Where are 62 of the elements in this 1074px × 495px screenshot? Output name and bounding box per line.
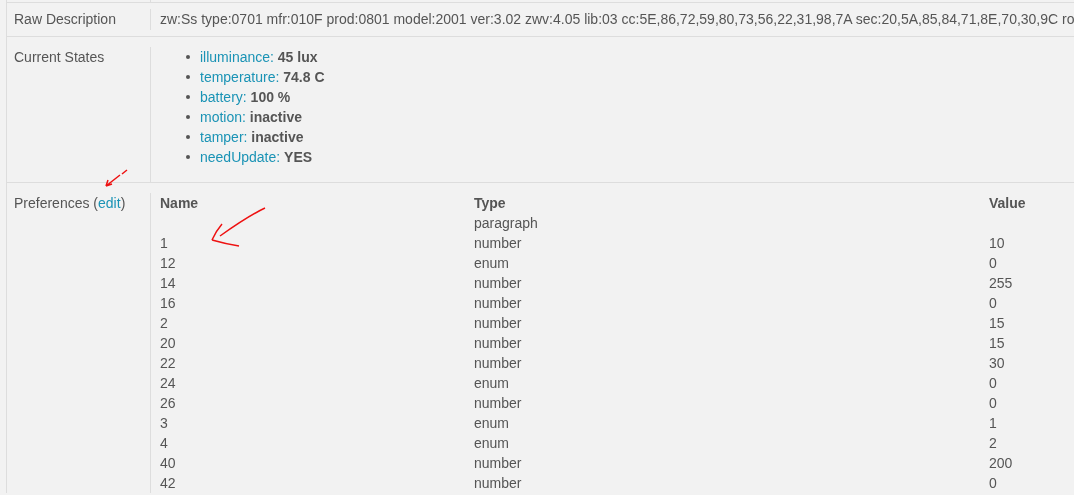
bullet-icon [186,115,190,119]
row-label: Preferences (edit) [14,195,126,211]
pref-name: 2 [160,314,168,331]
pref-type: enum [474,374,510,391]
pref-value: 0 [989,294,997,311]
pref-value: 0 [989,474,997,491]
bullet-icon [186,135,190,139]
pref-name: 22 [160,354,176,371]
pref-type: number [474,454,522,471]
pref-type: number [474,314,522,331]
bullet-icon [186,95,190,99]
state-item: tamper: inactive [200,127,304,147]
pref-type: paragraph [474,214,538,231]
pref-value: 15 [989,334,1005,351]
pref-name: 1 [160,234,168,251]
column-header: Type [474,194,506,211]
pref-value: 30 [989,354,1005,371]
pref-name: 4 [160,434,168,451]
pref-name: 14 [160,274,176,291]
pref-value: 1 [989,414,997,431]
row-label: Current States [14,49,105,65]
pref-type: number [474,354,522,371]
state-item: illuminance: 45 lux [200,47,318,67]
column-header: Value [989,194,1026,211]
pref-type: number [474,294,522,311]
pref-name: 16 [160,294,176,311]
pref-type: number [474,474,522,491]
pref-value: 15 [989,314,1005,331]
bullet-icon [186,155,190,159]
pref-type: enum [474,254,510,271]
pref-name: 12 [160,254,176,271]
edit-link[interactable]: edit [98,195,121,211]
pref-name: 24 [160,374,176,391]
pref-value: 0 [989,254,997,271]
column-header: Name [160,194,199,211]
pref-type: enum [474,414,510,431]
pref-name: 20 [160,334,176,351]
state-item: battery: 100 % [200,87,291,107]
pref-name: 26 [160,394,176,411]
state-item: motion: inactive [200,107,302,127]
pref-value: 10 [989,234,1005,251]
pref-value: 200 [989,454,1013,471]
pref-type: number [474,234,522,251]
pref-type: number [474,394,522,411]
pref-value: 0 [989,394,997,411]
row-label: Raw Description [14,11,116,27]
annotation-arrow-icon [208,206,268,250]
pref-name: 3 [160,414,168,431]
pref-value: 255 [989,274,1013,291]
pref-name: 40 [160,454,176,471]
bullet-icon [186,55,190,59]
annotation-arrow-icon [103,169,129,189]
pref-value: 0 [989,374,997,391]
raw-description-text: zw:Ss type:0701 mfr:010F prod:0801 model:2001 ver:3.02 zwv:4.05 lib:03 cc:5E,86,72,59,80,73,56,22,31,98,7A sec:20,5A,85,84,71,8E,70,30,9C ro [160,11,1074,27]
pref-type: number [474,334,522,351]
pref-name: 42 [160,474,176,491]
bullet-icon [186,75,190,79]
state-item: needUpdate: YES [200,147,313,167]
pref-type: enum [474,434,510,451]
pref-type: number [474,274,522,291]
state-item: temperature: 74.8 C [200,67,325,87]
pref-value: 2 [989,434,997,451]
